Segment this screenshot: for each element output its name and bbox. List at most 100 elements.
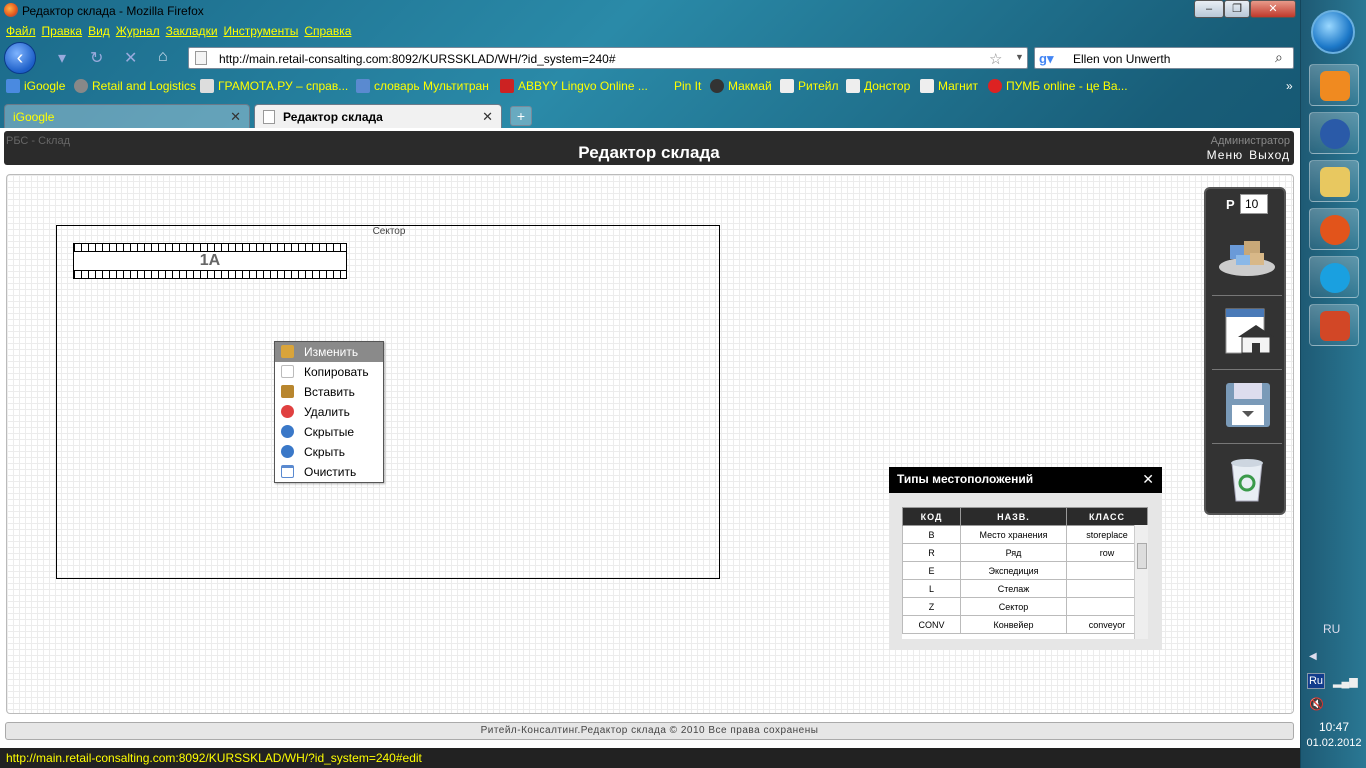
copy-icon: [281, 365, 294, 378]
search-icon[interactable]: ⌕: [1275, 49, 1283, 66]
menu-item-label: Скрытые: [304, 425, 355, 439]
menu-history[interactable]: Журнал: [116, 24, 160, 38]
window-title-bar: Редактор склада - Mozilla Firefox – ❐ ✕: [0, 0, 1300, 22]
bookmark-magnit[interactable]: Магнит: [920, 79, 978, 93]
bookmark-igoogle[interactable]: iGoogle: [6, 79, 65, 93]
col-header-class[interactable]: КЛАСС: [1066, 507, 1148, 526]
taskbar: RU ◀ Ru ▂▄▆ 🔇 10:47 01.02.2012: [1300, 0, 1366, 768]
back-button[interactable]: ‹: [4, 42, 36, 74]
edit-icon: [281, 345, 294, 358]
home-icon[interactable]: ⌂: [158, 48, 168, 66]
location-types-panel: Типы местоположений ✕ КОД НАЗВ. КЛАСС BМ…: [889, 467, 1162, 650]
page-title: Редактор склада: [578, 143, 720, 162]
maximize-button[interactable]: ❐: [1224, 0, 1250, 18]
date[interactable]: 01.02.2012: [1301, 737, 1366, 749]
p-input[interactable]: 10: [1240, 194, 1268, 214]
search-bar[interactable]: g▾ Ellen von Unwerth ⌕: [1034, 47, 1294, 69]
bookmark-pinit[interactable]: Pin It: [656, 79, 701, 93]
bookmark-multitran[interactable]: словарь Мультитран: [356, 79, 489, 93]
tab-editor[interactable]: Редактор склада ✕: [254, 104, 502, 128]
close-window-button[interactable]: ✕: [1250, 0, 1296, 18]
recycle-bin-icon[interactable]: [1216, 453, 1278, 505]
google-icon[interactable]: g▾: [1039, 51, 1053, 67]
table-row[interactable]: E Экспедиция: [902, 561, 1148, 580]
table-scrollbar[interactable]: [1134, 525, 1148, 639]
menu-item-paste[interactable]: Вставить: [275, 382, 383, 402]
warehouse-icon[interactable]: [1216, 305, 1278, 357]
minimize-button[interactable]: –: [1194, 0, 1224, 18]
bookmark-makmay[interactable]: Макмай: [710, 79, 772, 93]
menu-view[interactable]: Вид: [88, 24, 110, 38]
shelves-icon[interactable]: [1216, 229, 1278, 281]
menu-help[interactable]: Справка: [304, 24, 351, 38]
row-1a[interactable]: 1A: [73, 243, 347, 279]
taskbar-app-firefox[interactable]: [1309, 208, 1359, 250]
powerpoint-icon: [1320, 311, 1350, 341]
volume-muted-icon[interactable]: 🔇: [1309, 697, 1324, 711]
menu-edit[interactable]: Правка: [42, 24, 83, 38]
tray-expand-icon[interactable]: ◀: [1309, 651, 1317, 662]
menu-item-edit[interactable]: Изменить: [275, 342, 383, 362]
table-row[interactable]: B Место хранения storeplace: [902, 525, 1148, 544]
menu-bar: Файл Правка Вид Журнал Закладки Инструменты Сп…: [0, 24, 351, 40]
search-input[interactable]: Ellen von Unwerth: [1073, 52, 1170, 66]
start-button[interactable]: [1311, 10, 1355, 54]
col-header-name[interactable]: НАЗВ.: [960, 507, 1067, 526]
skype-icon: [1320, 263, 1350, 293]
editor-canvas[interactable]: Сектор 1A Изменить Копировать Вставить У…: [6, 174, 1294, 714]
col-header-code[interactable]: КОД: [902, 507, 961, 526]
menu-bookmarks[interactable]: Закладки: [166, 24, 218, 38]
save-icon[interactable]: [1216, 379, 1278, 431]
table-row[interactable]: CONV Конвейер conveyor: [902, 615, 1148, 634]
bookmark-riteyl[interactable]: Ритейл: [780, 79, 838, 93]
menu-item-show-hidden[interactable]: Скрытые: [275, 422, 383, 442]
menu-item-label: Изменить: [304, 345, 359, 359]
taskbar-app-skype[interactable]: [1309, 256, 1359, 298]
taskbar-app-explorer[interactable]: [1309, 160, 1359, 202]
bookmarks-overflow-icon[interactable]: »: [1286, 79, 1293, 93]
url-text[interactable]: http://main.retail-consalting.com:8092/K…: [219, 52, 616, 66]
menu-item-hide[interactable]: Скрыть: [275, 442, 383, 462]
close-tab-icon[interactable]: ✕: [230, 109, 241, 125]
url-dropdown-icon[interactable]: ▼: [1015, 52, 1024, 62]
scrollbar-thumb[interactable]: [1137, 543, 1147, 569]
dropdown-arrow-icon[interactable]: ▾: [58, 48, 66, 68]
row-cells-top: [74, 244, 346, 252]
taskbar-app-thunderbird[interactable]: [1309, 112, 1359, 154]
bookmark-gramota[interactable]: ГРАМОТА.РУ – справ...: [200, 79, 348, 93]
menu-item-label: Копировать: [304, 365, 369, 379]
network-icon[interactable]: ▂▄▆: [1333, 675, 1358, 688]
panel-title: Типы местоположений: [897, 472, 1034, 486]
table-row[interactable]: Z Сектор: [902, 597, 1148, 616]
close-panel-icon[interactable]: ✕: [1142, 471, 1154, 488]
table-row[interactable]: L Стелаж: [902, 579, 1148, 598]
menu-item-delete[interactable]: Удалить: [275, 402, 383, 422]
window-title: Редактор склада - Mozilla Firefox: [22, 4, 204, 18]
reload-icon[interactable]: ↻: [90, 48, 103, 68]
menu-tools[interactable]: Инструменты: [224, 24, 299, 38]
bookmark-lingvo[interactable]: ABBYY Lingvo Online ...: [500, 79, 648, 93]
tab-igoogle[interactable]: iGoogle ✕: [4, 104, 250, 128]
language-indicator[interactable]: RU: [1323, 622, 1340, 636]
keyboard-layout[interactable]: Ru: [1307, 673, 1325, 689]
taskbar-app-powerpoint[interactable]: [1309, 304, 1359, 346]
exit-link[interactable]: Выход: [1249, 148, 1290, 162]
new-tab-button[interactable]: +: [510, 106, 532, 126]
address-bar[interactable]: http://main.retail-consalting.com:8092/K…: [188, 47, 1028, 69]
bookmark-donstor[interactable]: Донстор: [846, 79, 910, 93]
stop-icon[interactable]: ✕: [124, 48, 137, 68]
close-tab-icon[interactable]: ✕: [482, 109, 493, 125]
menu-file[interactable]: Файл: [6, 24, 36, 38]
bookmark-pumb[interactable]: ПУМБ online - це Ва...: [988, 79, 1128, 93]
clock[interactable]: 10:47: [1301, 720, 1366, 734]
user-name: Администратор: [1210, 135, 1290, 147]
bookmark-star-icon[interactable]: ☆: [989, 50, 1002, 68]
menu-link[interactable]: Меню: [1207, 148, 1243, 162]
page-icon: [263, 110, 275, 124]
menu-item-clear[interactable]: Очистить: [275, 462, 383, 482]
firefox-icon: [1320, 215, 1350, 245]
table-row[interactable]: R Ряд row: [902, 543, 1148, 562]
menu-item-copy[interactable]: Копировать: [275, 362, 383, 382]
bookmark-retail-logistics[interactable]: Retail and Logistics: [74, 79, 196, 93]
taskbar-app-player[interactable]: [1309, 64, 1359, 106]
